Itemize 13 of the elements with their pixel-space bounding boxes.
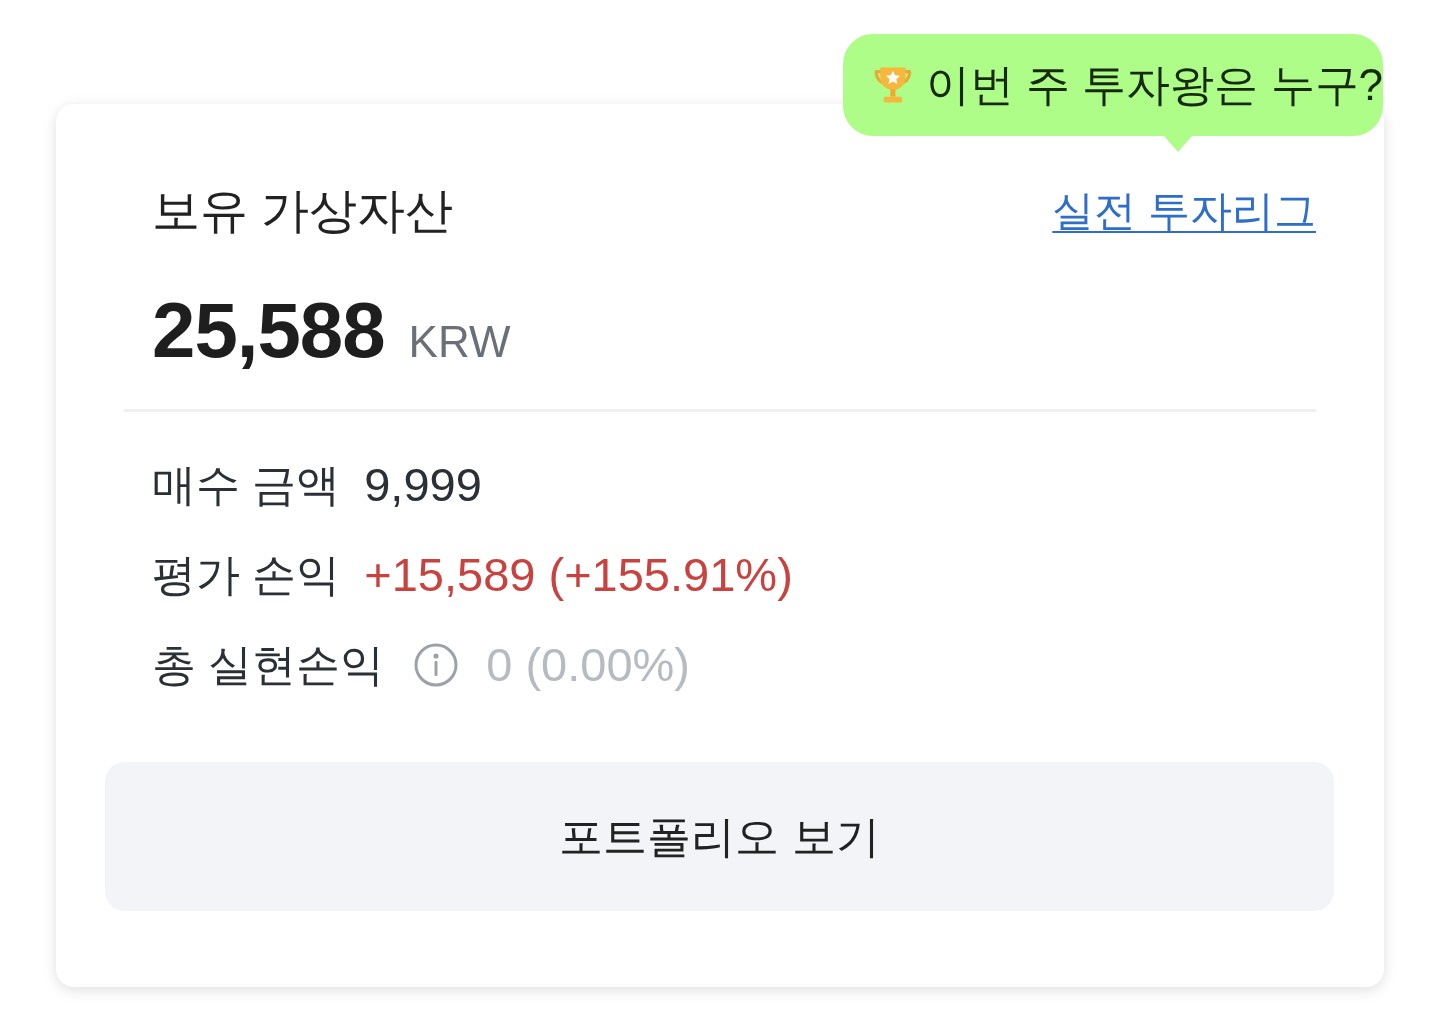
currency-label: KRW xyxy=(408,320,511,364)
league-link[interactable]: 실전 투자리그 xyxy=(1052,182,1316,240)
row-value: 9,999 xyxy=(364,458,482,512)
row-label: 평가 손익 xyxy=(152,549,341,601)
tooltip-text: 이번 주 투자왕은 누구? xyxy=(925,59,1383,111)
row-label: 총 실현손익 xyxy=(152,639,385,691)
info-icon[interactable] xyxy=(414,643,459,687)
balance-amount: 25,588 xyxy=(152,291,385,369)
row-value: +15,589 (+155.91%) xyxy=(364,548,793,602)
row-label: 매수 금액 xyxy=(152,459,341,511)
portfolio-button[interactable]: 포트폴리오 보기 xyxy=(105,762,1334,911)
card-title: 보유 가상자산 xyxy=(152,183,454,239)
row-value: 0 (0.00%) xyxy=(486,638,690,692)
